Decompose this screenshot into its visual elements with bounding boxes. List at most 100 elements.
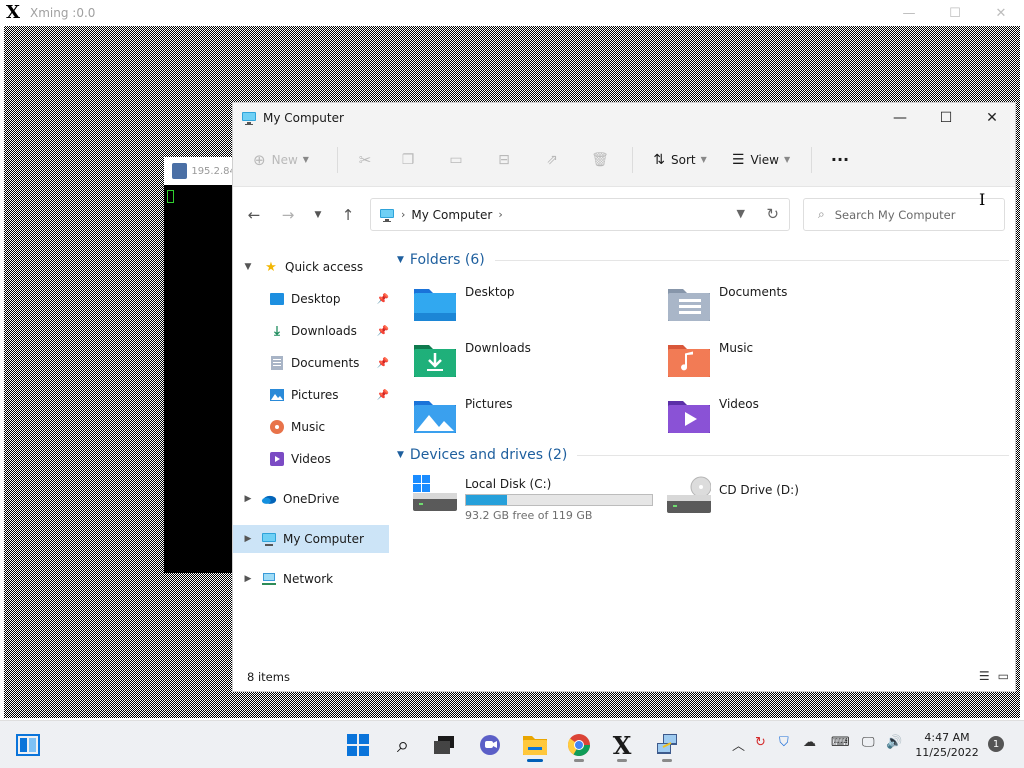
picture-icon <box>269 387 285 403</box>
start-windows-icon[interactable] <box>341 729 375 761</box>
xming-minimize-button[interactable]: — <box>886 0 932 26</box>
breadcrumb-separator[interactable]: › <box>401 208 405 221</box>
terminal-title-bar[interactable]: 195.2.84 <box>164 157 234 185</box>
pictures-folder-icon <box>414 401 456 433</box>
keyboard-icon[interactable]: ⌨ <box>831 735 850 750</box>
file-explorer-icon[interactable] <box>518 729 552 762</box>
devices-group-header[interactable]: ▼ Devices and drives (2) <box>397 444 1009 466</box>
notification-badge[interactable]: 1 <box>988 736 1004 752</box>
explorer-title-bar[interactable]: My Computer — ☐ ✕ <box>233 103 1015 133</box>
nav-music[interactable]: Music <box>269 413 389 441</box>
expand-chevron-icon[interactable]: ▶ <box>241 494 255 504</box>
nav-documents[interactable]: Documents 📌 <box>269 349 389 377</box>
explorer-window: My Computer — ☐ ✕ ⊕ New ▼ ✂ ❐ ▭ ⊟ ⇗ 🗑 ⇅ <box>232 102 1016 692</box>
pin-icon[interactable]: 📌 <box>377 294 389 305</box>
breadcrumb-my-computer[interactable]: My Computer <box>411 208 492 222</box>
video-icon <box>269 451 285 467</box>
folders-group-header[interactable]: ▼ Folders (6) <box>397 249 1009 271</box>
chevron-down-icon[interactable]: ▼ <box>397 255 404 265</box>
copy-button[interactable]: ❐ <box>384 143 432 177</box>
nav-label: Quick access <box>285 260 364 274</box>
downloads-folder-icon <box>414 345 456 377</box>
view-button[interactable]: ☰ View ▼ <box>719 143 803 177</box>
nav-network[interactable]: ▶ Network <box>241 565 391 593</box>
chat-icon[interactable] <box>473 729 507 761</box>
navigation-pane: ▼ ★ Quick access Desktop 📌 ⤓ Downloads 📌… <box>233 243 391 673</box>
address-bar[interactable]: › My Computer › ▼ ↻ <box>370 198 790 231</box>
drive-c[interactable]: Local Disk (C:) 93.2 GB free of 119 GB <box>413 475 653 525</box>
xming-maximize-button[interactable]: ☐ <box>932 0 978 26</box>
putty-app-icon[interactable] <box>650 729 684 762</box>
volume-icon[interactable]: 🔊 <box>886 735 902 750</box>
folder-desktop[interactable]: Desktop <box>413 283 653 327</box>
search-input[interactable] <box>834 207 985 222</box>
task-view-windows-icon[interactable] <box>427 729 461 761</box>
recent-locations-chevron-icon[interactable]: ▼ <box>305 205 331 225</box>
folder-documents[interactable]: Documents <box>667 283 907 327</box>
cut-button[interactable]: ✂ <box>346 143 384 177</box>
nav-downloads[interactable]: ⤓ Downloads 📌 <box>269 317 389 345</box>
explorer-close-button[interactable]: ✕ <box>969 103 1015 133</box>
group-title: Folders (6) <box>409 252 485 268</box>
up-arrow-icon[interactable]: ↑ <box>335 205 361 225</box>
chrome-icon[interactable] <box>562 729 596 762</box>
clock[interactable]: 4:47 AM 11/25/2022 <box>912 730 982 760</box>
search-icon[interactable]: ⌕ <box>386 729 420 761</box>
terminal-window[interactable]: 195.2.84 <box>164 157 234 573</box>
breadcrumb-separator[interactable]: › <box>498 208 502 221</box>
nav-videos[interactable]: Videos <box>269 445 389 473</box>
xming-title-bar[interactable]: X Xming :0.0 — ☐ ✕ <box>0 0 1024 26</box>
nav-pictures[interactable]: Pictures 📌 <box>269 381 389 409</box>
nav-quick-access[interactable]: ▼ ★ Quick access <box>241 253 391 281</box>
delete-button[interactable]: 🗑 <box>576 143 624 177</box>
folder-music[interactable]: Music <box>667 339 907 383</box>
folder-downloads[interactable]: Downloads <box>413 339 653 383</box>
folder-videos[interactable]: Videos <box>667 395 907 439</box>
tiles-view-icon[interactable]: ▭ <box>998 669 1009 683</box>
item-count: 8 items <box>247 670 290 684</box>
new-button[interactable]: ⊕ New ▼ <box>233 143 329 177</box>
refresh-icon[interactable]: ↻ <box>766 205 779 223</box>
show-hidden-icons-chevron-icon[interactable]: ︿ <box>732 735 745 754</box>
nav-label: Desktop <box>291 292 341 306</box>
task-view-icon[interactable] <box>11 729 45 761</box>
sort-button[interactable]: ⇅ Sort ▼ <box>641 143 719 177</box>
folder-pictures[interactable]: Pictures <box>413 395 653 439</box>
security-shield-icon[interactable]: ⛉ <box>779 735 789 750</box>
chevron-down-icon[interactable]: ▼ <box>397 450 404 460</box>
nav-onedrive[interactable]: ▶ OneDrive <box>241 485 391 513</box>
expand-chevron-icon[interactable]: ▶ <box>241 574 255 584</box>
group-divider <box>577 454 1009 456</box>
computer-icon <box>242 112 256 125</box>
share-button[interactable]: ⇗ <box>528 143 576 177</box>
nav-desktop[interactable]: Desktop 📌 <box>269 285 389 313</box>
expand-chevron-icon[interactable]: ▶ <box>241 534 255 544</box>
more-options-button[interactable]: ··· <box>820 143 860 177</box>
sync-icon[interactable]: ↻ <box>755 735 766 750</box>
terminal-title: 195.2.84 <box>191 165 234 177</box>
drive-usage-fill <box>466 495 507 505</box>
forward-arrow-icon[interactable]: → <box>275 205 301 225</box>
nav-label: Pictures <box>291 388 339 402</box>
drive-usage-bar <box>465 494 653 506</box>
nav-label: Network <box>283 572 334 586</box>
drive-d[interactable]: CD Drive (D:) <box>667 475 907 525</box>
expand-chevron-icon[interactable]: ▼ <box>241 262 255 272</box>
explorer-maximize-button[interactable]: ☐ <box>923 103 969 133</box>
xming-app-icon[interactable]: X <box>605 729 639 762</box>
paste-button[interactable]: ▭ <box>432 143 480 177</box>
back-arrow-icon[interactable]: ← <box>241 205 267 225</box>
pin-icon[interactable]: 📌 <box>377 358 389 369</box>
rename-button[interactable]: ⊟ <box>480 143 528 177</box>
xming-close-button[interactable]: ✕ <box>978 0 1024 26</box>
address-dropdown-icon[interactable]: ▼ <box>737 207 745 220</box>
explorer-minimize-button[interactable]: — <box>877 103 923 133</box>
network-monitor-icon[interactable]: 🖵 <box>862 735 875 750</box>
onedrive-cloud-icon[interactable]: ☁ <box>803 735 816 750</box>
search-box[interactable]: ⌕ <box>803 198 1005 231</box>
details-view-icon[interactable]: ☰ <box>979 669 990 683</box>
pin-icon[interactable]: 📌 <box>377 390 389 401</box>
pin-icon[interactable]: 📌 <box>377 326 389 337</box>
music-icon <box>269 419 285 435</box>
nav-my-computer[interactable]: ▶ My Computer <box>233 525 389 553</box>
